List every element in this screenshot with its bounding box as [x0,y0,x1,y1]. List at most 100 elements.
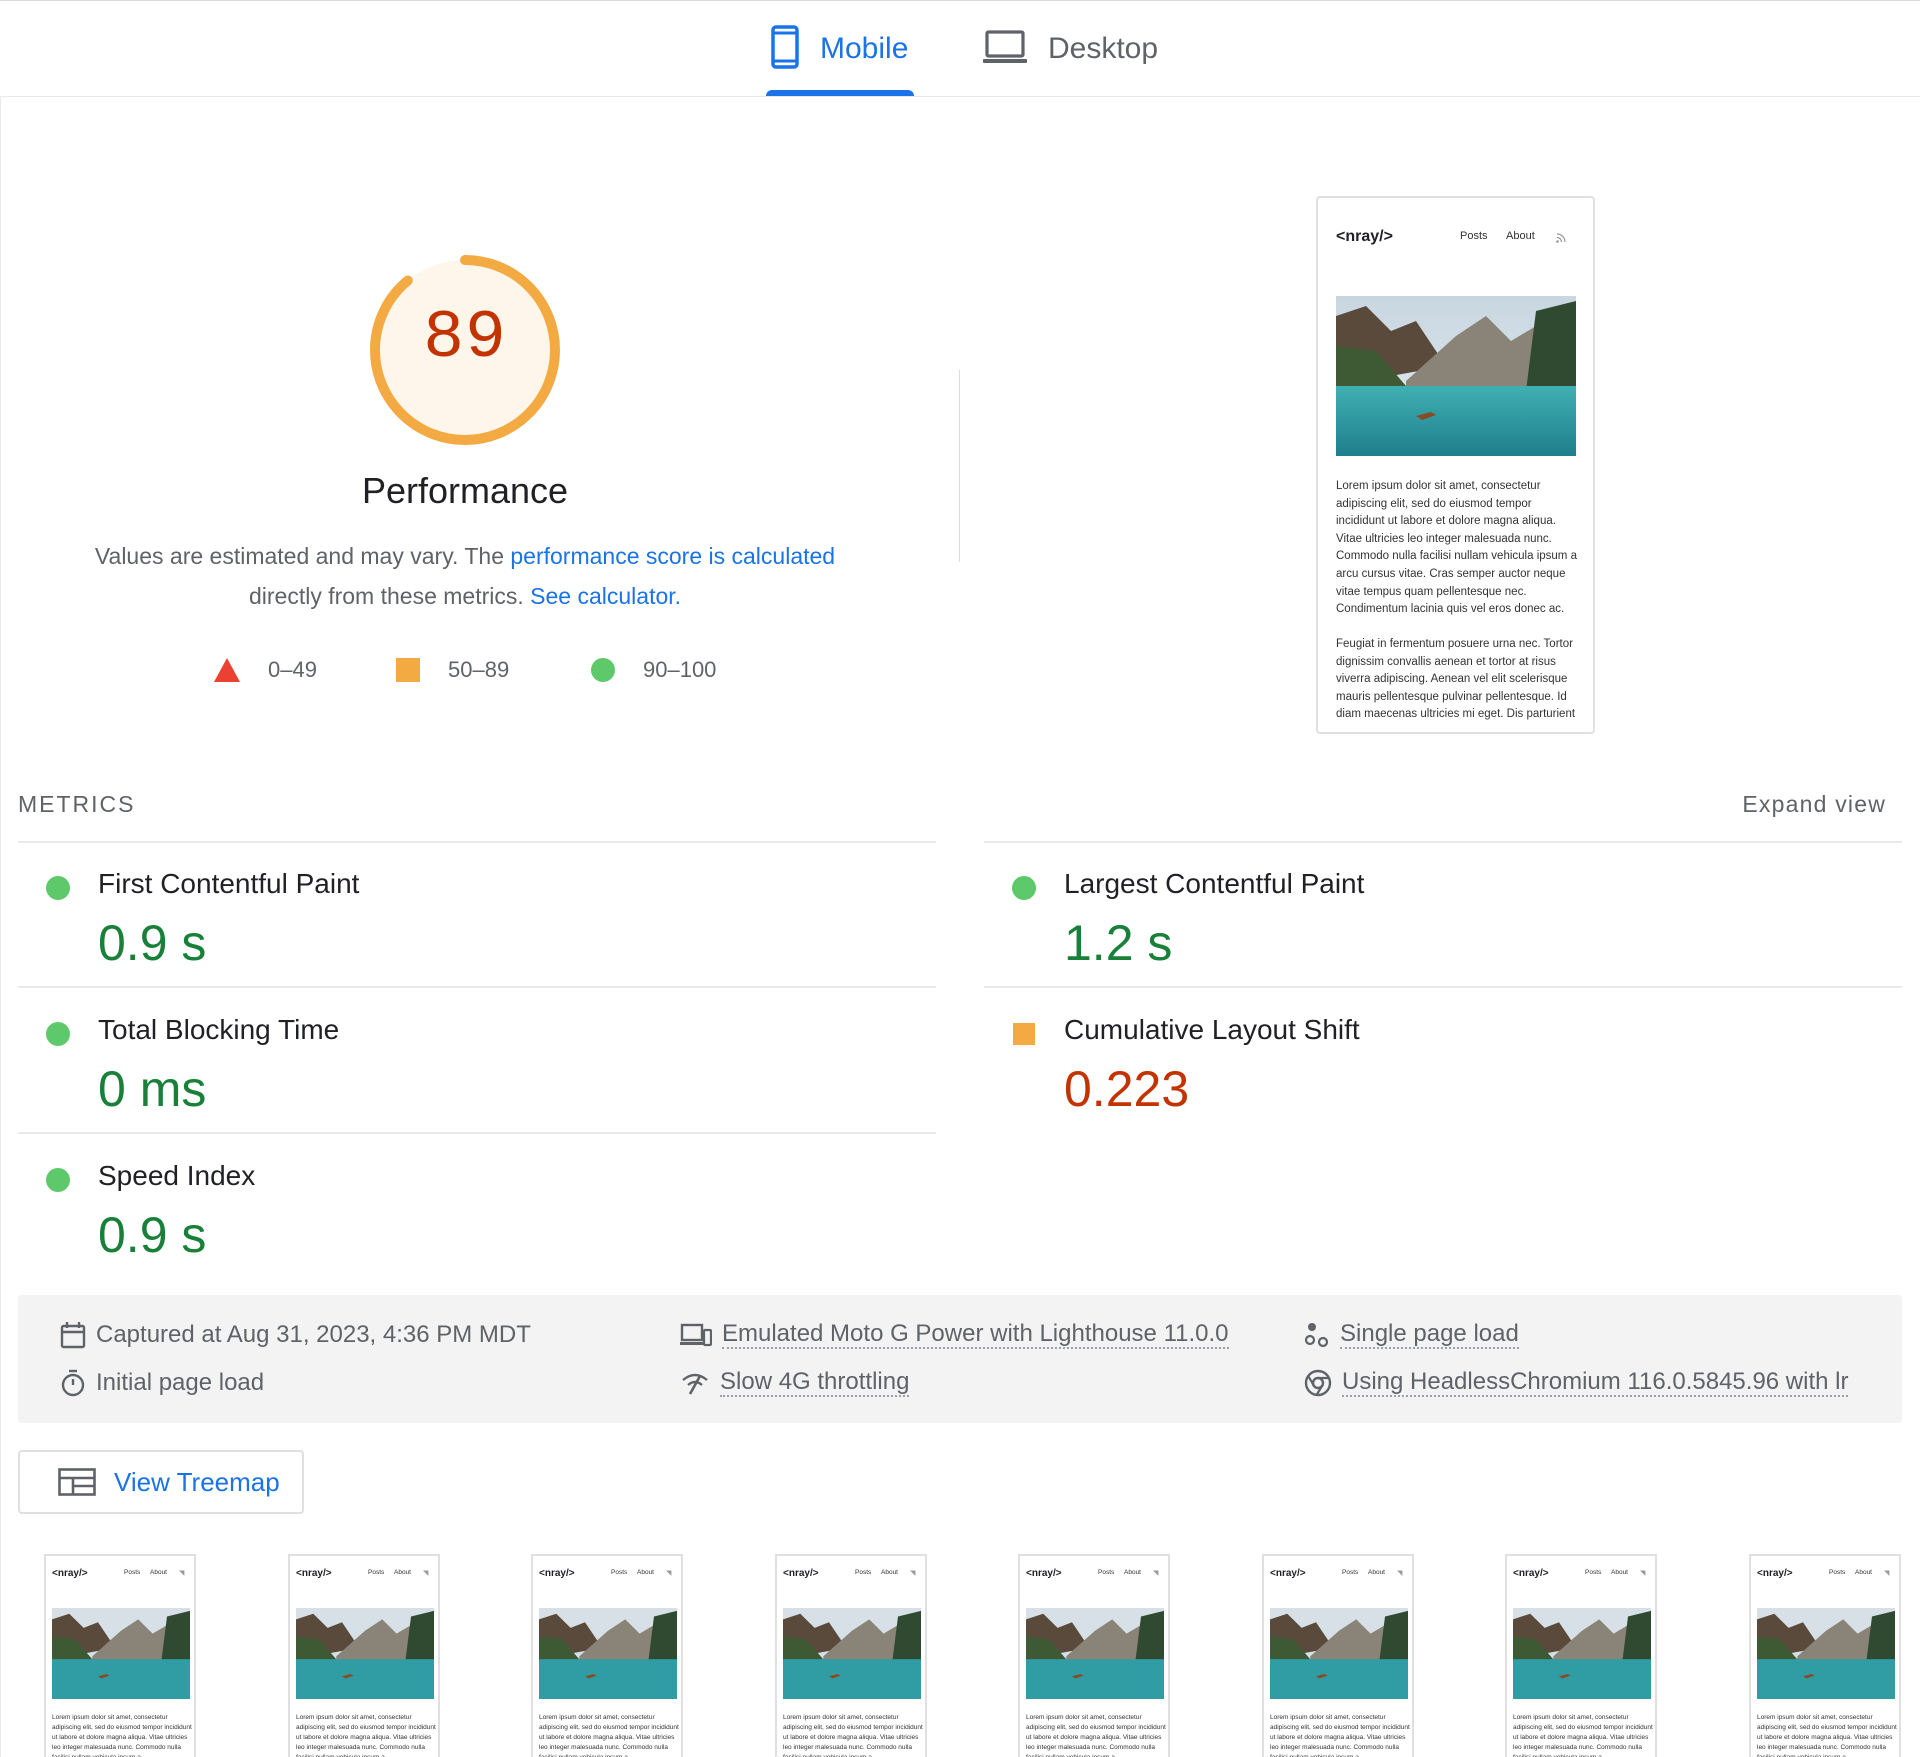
desc-prefix: Values are estimated and may vary. The [94,543,511,569]
metrics-heading: METRICS [18,791,136,817]
throttling-link[interactable]: Slow 4G throttling [720,1369,910,1397]
metric-fcp: First Contentful Paint 0.9 s [18,848,918,988]
lake-mountain-image [1757,1608,1895,1699]
runtime-browser[interactable]: Using HeadlessChromium 116.0.5845.96 wit… [1304,1365,1849,1401]
devices-icon [680,1323,712,1347]
metric-tbt: Total Blocking Time 0 ms [18,994,918,1134]
frame-nav-about: About [637,1569,654,1576]
score-value: 89 [423,300,507,377]
filmstrip-frame[interactable]: <nray/> Posts About ◥ Lorem ipsum dolor sit … [1018,1554,1170,1757]
pass-circle-icon [591,658,615,682]
lake-mountain-image [1026,1608,1164,1699]
frame-text: Lorem ipsum dolor sit amet, consectetur … [783,1714,923,1757]
view-treemap-button[interactable]: View Treemap [18,1450,304,1514]
frame-logo: <nray/> [1513,1568,1549,1579]
lake-mountain-image [1336,296,1576,456]
frame-logo: <nray/> [1757,1568,1793,1579]
legend-pass: 90–100 [591,655,716,685]
metric-separator [18,986,936,988]
screenshot-paragraph-1: Lorem ipsum dolor sit amet, consectetur … [1336,480,1577,616]
metric-name: Cumulative Layout Shift [1064,1014,1360,1045]
filmstrip-frame[interactable]: <nray/> Posts About ◥ Lorem ipsum dolor sit … [1262,1554,1414,1757]
rss-icon: ◥ [423,1570,429,1577]
metric-separator [18,841,936,843]
rss-icon: ◥ [1397,1570,1403,1577]
device-tabs: Mobile Desktop [0,1,1920,97]
expand-view-toggle[interactable]: Expand view [1742,791,1886,818]
metric-cls: Cumulative Layout Shift 0.223 [984,994,1884,1134]
runtime-emulated-device[interactable]: Emulated Moto G Power with Lighthouse 11… [680,1317,1229,1353]
runtime-throttling[interactable]: Slow 4G throttling [680,1365,910,1401]
legend-average-label: 50–89 [448,657,510,682]
tab-desktop-label: Desktop [1048,32,1159,65]
frame-logo: <nray/> [539,1568,575,1579]
filmstrip-frame[interactable]: <nray/> Posts About ◥ Lorem ipsum dolor sit … [1749,1554,1901,1757]
initial-load-label: Initial page load [96,1369,265,1396]
runtime-single-page[interactable]: Single page load [1304,1317,1519,1353]
filmstrip-frame[interactable]: <nray/> Posts About ◥ Lorem ipsum dolor sit … [44,1554,196,1757]
metric-separator [984,841,1902,843]
rss-icon: ◥ [910,1570,916,1577]
frame-logo: <nray/> [1270,1568,1306,1579]
lake-mountain-image [539,1608,677,1699]
legend-fail: 0–49 [214,655,317,685]
lake-mountain-image [1270,1608,1408,1699]
frame-logo: <nray/> [1026,1568,1062,1579]
rss-icon [1556,230,1566,248]
filmstrip-frame[interactable]: <nray/> Posts About ◥ Lorem ipsum dolor sit … [531,1554,683,1757]
captured-label: Captured at Aug 31, 2023, 4:36 PM MDT [96,1321,531,1348]
session-icon [1304,1323,1329,1348]
metric-separator [984,986,1902,988]
average-square-icon [1013,1023,1035,1045]
frame-nav-posts: Posts [1098,1569,1115,1576]
frame-nav-about: About [1368,1569,1385,1576]
frame-logo: <nray/> [52,1568,88,1579]
frame-nav-about: About [150,1569,167,1576]
runtime-initial-load: Initial page load [60,1365,264,1401]
score-calculated-link[interactable]: performance score is calculated [510,543,835,569]
single-page-link[interactable]: Single page load [1340,1321,1519,1349]
calendar-icon [60,1322,86,1349]
frame-nav-posts: Posts [368,1569,385,1576]
metric-value: 0.9 s [98,915,207,971]
frame-logo: <nray/> [783,1568,819,1579]
screenshot-nav-posts: Posts [1460,230,1488,242]
rss-icon: ◥ [666,1570,672,1577]
lake-mountain-image [296,1608,434,1699]
screenshot-paragraph-2: Feugiat in fermentum posuere urna nec. T… [1336,638,1576,721]
network-throttle-icon [682,1373,708,1395]
category-title: Performance [361,470,569,511]
see-calculator-link[interactable]: See calculator. [530,583,681,609]
tab-desktop[interactable]: Desktop [982,1,1158,97]
frame-nav-about: About [881,1569,898,1576]
frame-text: Lorem ipsum dolor sit amet, consectetur … [1270,1714,1410,1757]
screenshot-logo: <nray/> [1336,228,1393,245]
filmstrip-frame[interactable]: <nray/> Posts About ◥ Lorem ipsum dolor sit … [288,1554,440,1757]
frame-nav-posts: Posts [1829,1569,1846,1576]
metric-value: 0.223 [1064,1061,1190,1117]
metric-speed-index: Speed Index 0.9 s [18,1140,918,1280]
tab-mobile-label: Mobile [820,32,909,65]
runtime-settings: Captured at Aug 31, 2023, 4:36 PM MDT In… [18,1295,1902,1423]
screenshot-nav-about: About [1506,230,1535,242]
browser-link[interactable]: Using HeadlessChromium 116.0.5845.96 wit… [1342,1369,1849,1397]
lake-mountain-image [1513,1608,1651,1699]
emulated-device-link[interactable]: Emulated Moto G Power with Lighthouse 11… [722,1321,1229,1349]
pass-circle-icon [46,1022,70,1046]
frame-nav-posts: Posts [1585,1569,1602,1576]
rss-icon: ◥ [1153,1570,1159,1577]
frame-nav-about: About [394,1569,411,1576]
score-divider [959,370,960,562]
metric-lcp: Largest Contentful Paint 1.2 s [984,848,1884,988]
view-treemap-label: View Treemap [114,1466,280,1497]
legend-pass-label: 90–100 [643,657,717,682]
filmstrip-frame[interactable]: <nray/> Posts About ◥ Lorem ipsum dolor sit … [1505,1554,1657,1757]
final-screenshot[interactable]: <nray/> Posts About Lorem ipsum dolor si… [1316,196,1595,734]
filmstrip-frame[interactable]: <nray/> Posts About ◥ Lorem ipsum dolor sit … [775,1554,927,1757]
pass-circle-icon [46,876,70,900]
active-tab-indicator [766,90,914,96]
metric-value: 0 ms [98,1061,207,1117]
tab-mobile[interactable]: Mobile [770,1,908,97]
frame-nav-posts: Posts [855,1569,872,1576]
metric-name: First Contentful Paint [98,868,360,899]
